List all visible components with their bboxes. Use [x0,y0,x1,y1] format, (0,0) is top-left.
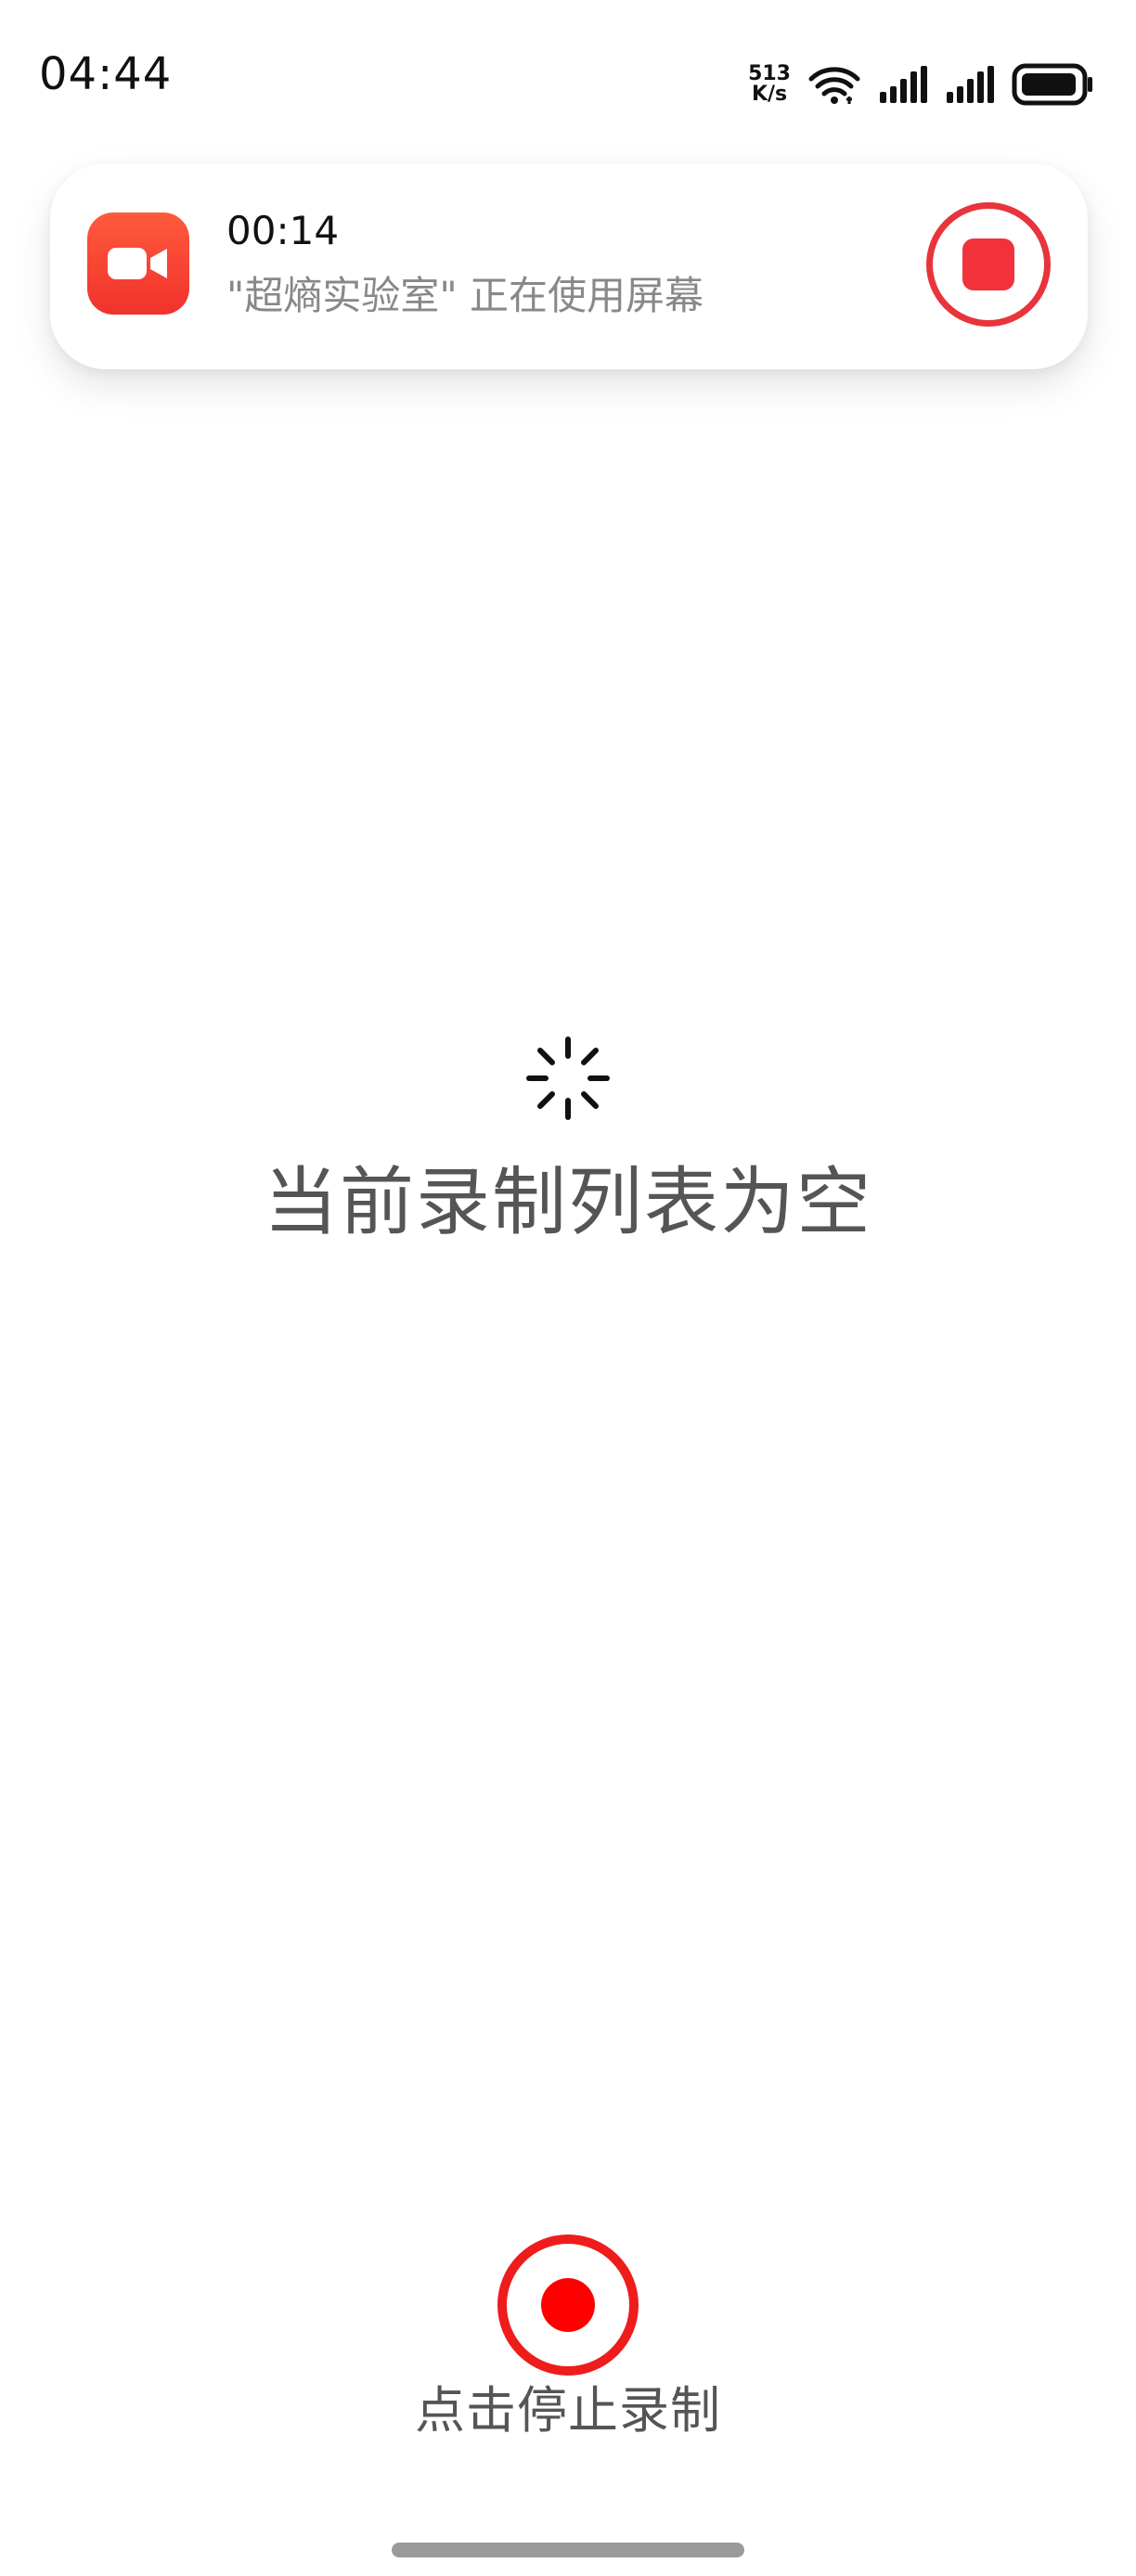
net-speed-value: 513 [748,62,791,85]
recording-elapsed-time: 00:14 [226,208,340,253]
spinner-icon [526,1037,610,1120]
wifi-icon [808,67,860,104]
record-stop-label: 点击停止录制 [415,2381,721,2440]
status-bar: 04:44 513 K/s [0,0,1136,148]
notification-description: "超熵实验室" 正在使用屏幕 [226,273,704,318]
net-speed: 513 K/s [748,64,791,105]
status-time: 04:44 [39,48,173,100]
screen-recording-notification[interactable]: 00:14 "超熵实验室" 正在使用屏幕 [50,163,1088,369]
status-icons: 513 K/s [748,58,1095,111]
empty-list-message: 当前录制列表为空 [264,1159,872,1245]
record-stop-button[interactable] [497,2235,639,2376]
stop-recording-button[interactable] [926,202,1051,327]
signal-icon-2 [947,66,994,103]
home-indicator[interactable] [392,2543,744,2557]
video-camera-icon [87,213,189,315]
record-icon [541,2278,595,2332]
battery-icon [1012,63,1092,106]
signal-icon [880,66,927,103]
net-speed-unit: K/s [751,83,788,106]
stop-icon [962,238,1014,290]
